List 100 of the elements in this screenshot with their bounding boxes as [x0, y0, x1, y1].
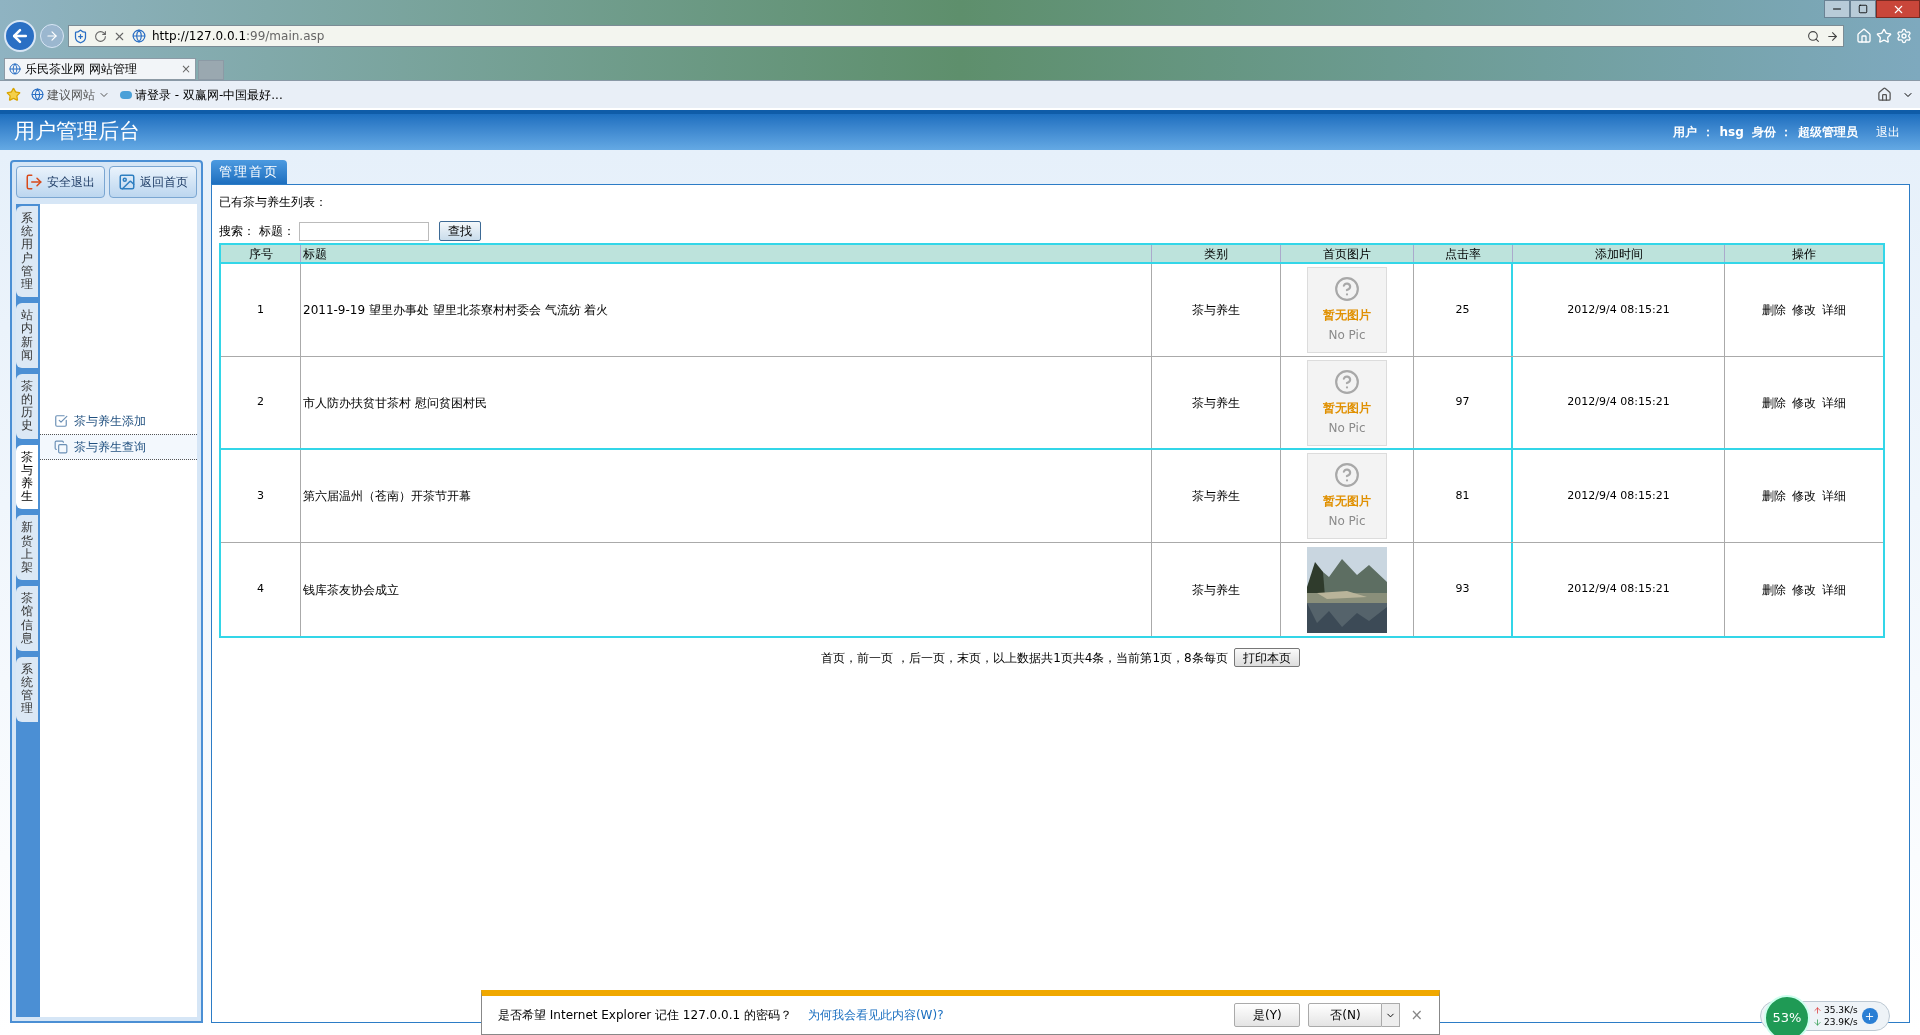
download-arrow-icon	[1813, 1017, 1822, 1027]
close-button[interactable]	[1876, 0, 1920, 18]
sidebar-menu-item[interactable]: 茶与养生添加	[40, 408, 197, 434]
settings-icon[interactable]	[1896, 28, 1912, 44]
table-cell: 93	[1414, 543, 1513, 636]
sidebar-tab[interactable]: 系统管理	[16, 656, 38, 722]
action-link[interactable]: 详细	[1822, 580, 1846, 599]
action-link[interactable]: 修改	[1792, 393, 1816, 412]
question-icon	[1334, 462, 1360, 488]
suggested-sites-link[interactable]: 建议网站	[31, 85, 110, 104]
no-button[interactable]: 否(N)	[1308, 1003, 1383, 1027]
checkbox-icon	[54, 414, 68, 428]
home-button[interactable]: 返回首页	[108, 166, 197, 198]
dropdown-button[interactable]	[1382, 1003, 1401, 1027]
table-cell: 97	[1414, 357, 1513, 448]
table-cell: 茶与养生	[1152, 543, 1281, 636]
no-picture-sublabel: No Pic	[1328, 327, 1366, 344]
upload-arrow-icon	[1813, 1005, 1822, 1015]
column-header: 首页图片	[1281, 245, 1414, 262]
refresh-icon[interactable]	[94, 29, 107, 43]
action-link[interactable]: 修改	[1792, 301, 1816, 319]
table-cell: 25	[1414, 264, 1513, 356]
download-speed: 23.9K/s	[1824, 1016, 1858, 1028]
favorites-icon[interactable]	[1876, 28, 1892, 44]
no-picture-label: 暂无图片	[1323, 399, 1371, 417]
browser-tab[interactable]: 乐民茶业网 网站管理 ×	[4, 58, 196, 80]
no-picture-label: 暂无图片	[1323, 307, 1371, 324]
table-cell: 茶与养生	[1152, 450, 1281, 542]
action-link[interactable]: 删除	[1762, 487, 1786, 505]
sidebar-tab[interactable]: 茶的历史	[16, 373, 38, 439]
restore-icon	[1858, 4, 1868, 14]
content-tab[interactable]: 管理首页	[211, 160, 287, 184]
column-header: 操作	[1791, 245, 1817, 262]
no-picture-label: 暂无图片	[1323, 493, 1371, 510]
table-cell: 2012/9/4 08:15:21	[1513, 450, 1725, 542]
user-name: hsg	[1719, 124, 1744, 141]
tab-title: 乐民茶业网 网站管理	[25, 61, 138, 78]
table-cell: 4	[221, 543, 301, 636]
plus-icon	[1864, 1010, 1876, 1022]
yes-button[interactable]: 是(Y)	[1234, 1003, 1301, 1027]
address-bar[interactable]: http://127.0.0.1:99/main.asp	[68, 25, 1844, 47]
search-label: 搜索：	[219, 223, 255, 240]
column-header: 序号	[221, 245, 301, 262]
user-label: 用户 ：	[1673, 124, 1714, 141]
logout-link[interactable]: 退出	[1876, 123, 1900, 141]
favorites-star-icon[interactable]	[6, 87, 21, 102]
compatibility-icon[interactable]	[73, 28, 88, 44]
table-cell: 2011-9-19 望里办事处 望里北茶寮村村委会 气流纺 着火	[301, 264, 1152, 356]
url-text: http://127.0.0.1:99/main.asp	[152, 28, 325, 45]
sidebar-tab[interactable]: 茶馆信息	[16, 586, 38, 651]
search-icon[interactable]	[1807, 29, 1820, 43]
table-cell: 钱库茶友协会成立	[301, 543, 1152, 636]
no-picture-sublabel: No Pic	[1328, 419, 1366, 437]
home-icon[interactable]	[1877, 87, 1892, 102]
role-label: 身份 ：	[1751, 124, 1792, 141]
table-cell: 2012/9/4 08:15:21	[1513, 543, 1725, 636]
role-name: 超级管理员	[1798, 124, 1858, 141]
table-cell: 茶与养生	[1152, 264, 1281, 356]
find-button[interactable]: 查找	[439, 221, 481, 241]
action-link[interactable]: 修改	[1792, 580, 1816, 599]
title-label: 标题：	[259, 223, 295, 240]
site-title: 用户管理后台	[14, 118, 140, 146]
exit-button[interactable]: 安全退出	[16, 166, 105, 198]
sidebar-menu-item[interactable]: 茶与养生查询	[40, 434, 197, 460]
sidebar-tab[interactable]: 系统用户管理	[16, 206, 38, 298]
password-prompt-text: 是否希望 Internet Explorer 记住 127.0.0.1 的密码？	[498, 1007, 792, 1024]
bird-icon	[120, 90, 132, 99]
title-search-field[interactable]	[299, 221, 429, 241]
exit-icon	[25, 173, 44, 191]
print-button[interactable]: 打印本页	[1233, 648, 1300, 667]
image-icon	[117, 173, 136, 191]
go-icon[interactable]	[1826, 29, 1839, 43]
favorites-link[interactable]: 请登录 - 双赢网-中国最好...	[120, 85, 283, 104]
back-button[interactable]	[4, 20, 36, 52]
action-link[interactable]: 详细	[1822, 487, 1846, 505]
close-bar-button[interactable]: ×	[1410, 1003, 1423, 1027]
table-cell: 1	[221, 264, 301, 356]
action-link[interactable]: 修改	[1792, 487, 1816, 505]
upload-speed: 35.3K/s	[1824, 1004, 1858, 1016]
column-header: 点击率	[1414, 245, 1513, 262]
sidebar-tab[interactable]: 茶与养生	[16, 444, 38, 510]
action-link[interactable]: 删除	[1762, 580, 1786, 599]
table-cell: 2012/9/4 08:15:21	[1513, 357, 1725, 448]
why-link[interactable]: 为何我会看见此内容(W)?	[807, 1006, 944, 1024]
sidebar-tab[interactable]: 新货上架	[16, 515, 38, 581]
action-link[interactable]: 删除	[1762, 301, 1786, 319]
action-link[interactable]: 详细	[1822, 393, 1846, 412]
minimize-button[interactable]	[1824, 0, 1850, 18]
add-icon[interactable]	[1861, 1008, 1878, 1024]
question-icon	[1334, 368, 1360, 395]
table-cell: 81	[1414, 450, 1513, 542]
table-cell: 2012/9/4 08:15:21	[1513, 264, 1725, 356]
action-link[interactable]: 删除	[1762, 393, 1786, 412]
tab-close[interactable]: ×	[180, 60, 191, 78]
page-icon	[9, 63, 21, 75]
restore-button[interactable]	[1850, 0, 1876, 18]
table-cell: 2	[221, 357, 301, 448]
action-link[interactable]: 详细	[1822, 301, 1846, 319]
sidebar-tab[interactable]: 站内新闻	[16, 303, 38, 368]
table-cell: 3	[221, 450, 301, 542]
